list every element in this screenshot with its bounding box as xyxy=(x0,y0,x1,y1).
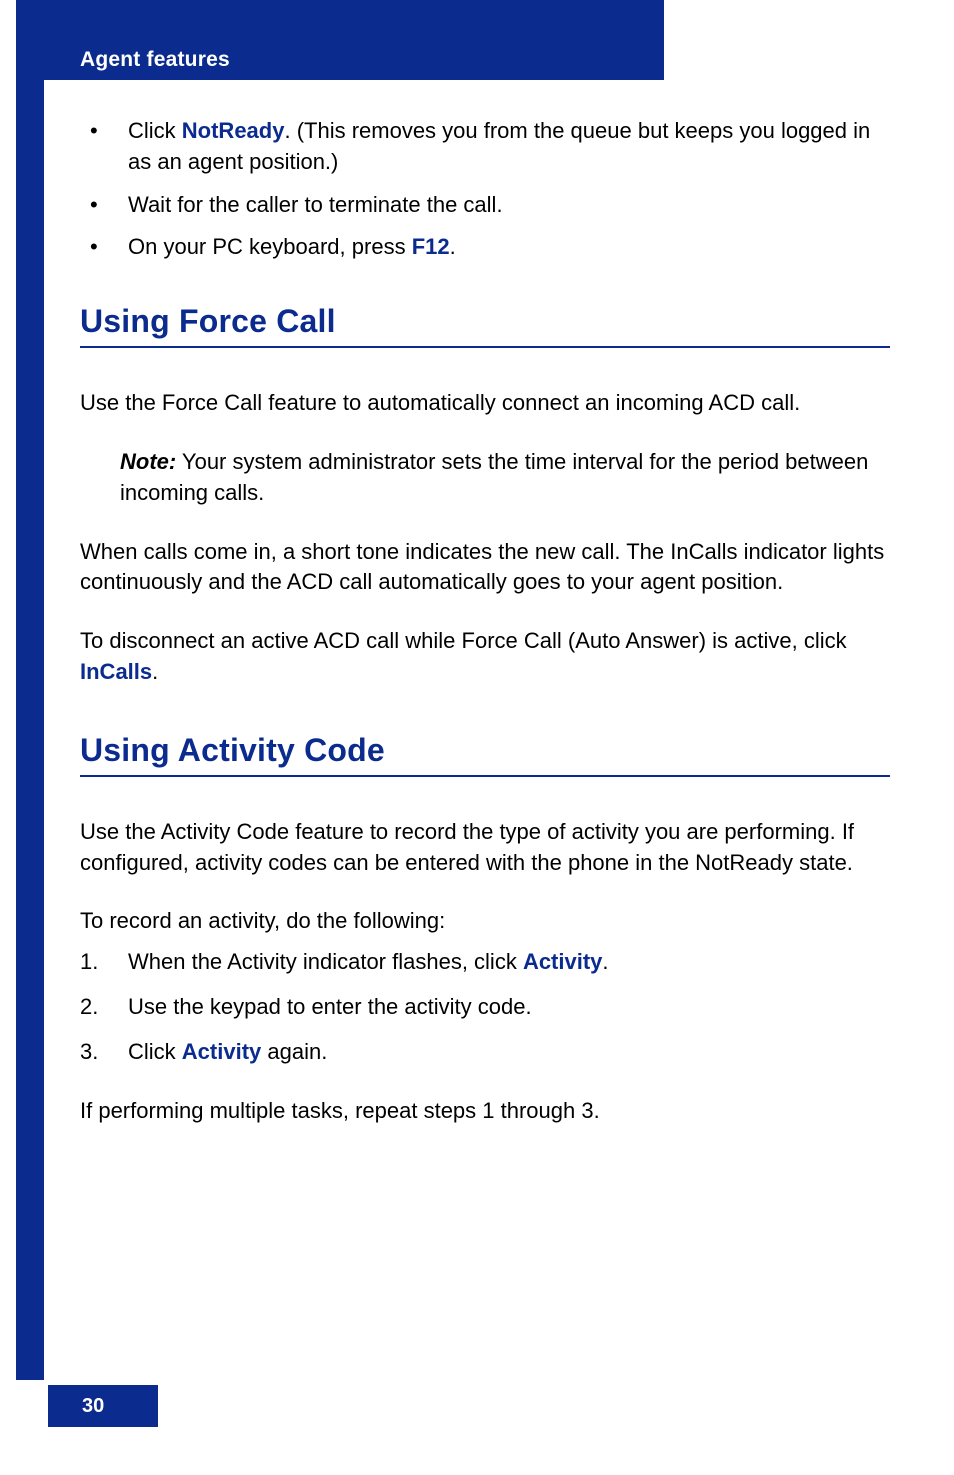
activity-link[interactable]: Activity xyxy=(182,1039,261,1064)
incalls-link[interactable]: InCalls xyxy=(80,659,152,684)
page-content: Click NotReady. (This removes you from t… xyxy=(80,116,890,1126)
bullet-item: On your PC keyboard, press F12. xyxy=(80,232,890,263)
note-block: Note: Your system administrator sets the… xyxy=(80,447,890,509)
notready-link[interactable]: NotReady xyxy=(182,118,285,143)
activity-link[interactable]: Activity xyxy=(523,949,602,974)
step-number: 3. xyxy=(80,1037,98,1068)
text-run: On your PC keyboard, press xyxy=(128,234,412,259)
paragraph: If performing multiple tasks, repeat ste… xyxy=(80,1096,890,1127)
ordered-steps: 1. When the Activity indicator flashes, … xyxy=(80,947,890,1067)
text-run: . xyxy=(450,234,456,259)
paragraph: To disconnect an active ACD call while F… xyxy=(80,626,890,688)
step-number: 1. xyxy=(80,947,98,978)
note-label: Note: xyxy=(120,449,176,474)
text-run: Use the keypad to enter the activity cod… xyxy=(128,994,532,1019)
text-run: again. xyxy=(261,1039,327,1064)
side-accent-bar xyxy=(16,0,44,1380)
section-heading-activity-code: Using Activity Code xyxy=(80,732,890,777)
note-text: Your system administrator sets the time … xyxy=(120,449,868,505)
step-number: 2. xyxy=(80,992,98,1023)
page-number-box: 30 xyxy=(48,1385,158,1427)
paragraph: To record an activity, do the following: xyxy=(80,906,890,937)
section-heading-force-call: Using Force Call xyxy=(80,303,890,348)
text-run: . xyxy=(152,659,158,684)
text-run: When the Activity indicator flashes, cli… xyxy=(128,949,523,974)
paragraph: Use the Force Call feature to automatica… xyxy=(80,388,890,419)
text-run: To disconnect an active ACD call while F… xyxy=(80,628,847,653)
step-item: 2. Use the keypad to enter the activity … xyxy=(80,992,890,1023)
step-item: 1. When the Activity indicator flashes, … xyxy=(80,947,890,978)
text-run: Wait for the caller to terminate the cal… xyxy=(128,192,503,217)
f12-key-label: F12 xyxy=(412,234,450,259)
text-run: Click xyxy=(128,118,182,143)
paragraph: Use the Activity Code feature to record … xyxy=(80,817,890,879)
step-item: 3. Click Activity again. xyxy=(80,1037,890,1068)
text-run: Click xyxy=(128,1039,182,1064)
bullet-item: Wait for the caller to terminate the cal… xyxy=(80,190,890,221)
page-number: 30 xyxy=(82,1395,104,1418)
text-run: . xyxy=(602,949,608,974)
header-title: Agent features xyxy=(80,48,230,72)
paragraph: When calls come in, a short tone indicat… xyxy=(80,537,890,599)
intro-bullet-list: Click NotReady. (This removes you from t… xyxy=(80,116,890,263)
bullet-item: Click NotReady. (This removes you from t… xyxy=(80,116,890,178)
